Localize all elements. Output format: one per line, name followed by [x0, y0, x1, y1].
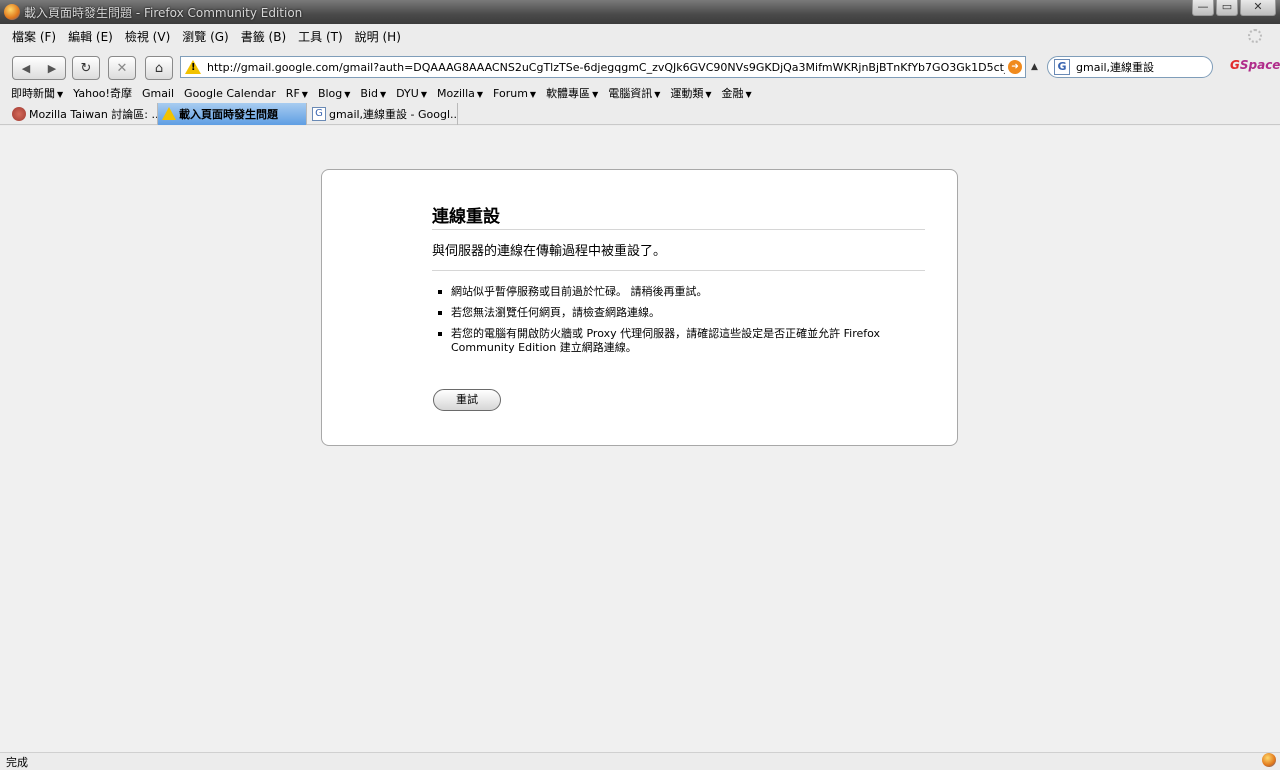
divider [432, 270, 925, 271]
home-button[interactable]: ⌂ [145, 56, 173, 80]
dropdown-arrow-icon: ▼ [57, 90, 64, 99]
bookmark-folder-finance[interactable]: 金融 ▼ [717, 85, 757, 101]
retry-button[interactable]: 重試 [433, 389, 501, 411]
go-icon[interactable]: ➜ [1008, 60, 1022, 74]
forward-arrow-icon[interactable]: ▶ [48, 62, 56, 75]
window-title: 載入頁面時發生問題 - Firefox Community Edition [24, 5, 303, 20]
bookmark-folder-mozilla[interactable]: Mozilla ▼ [432, 87, 488, 100]
throbber-icon [1248, 29, 1262, 43]
bookmark-folder-dyu[interactable]: DYU ▼ [391, 87, 432, 100]
bookmark-folder-sports[interactable]: 運動類 ▼ [665, 85, 716, 101]
bookmark-yahoo[interactable]: Yahoo!奇摩 [68, 85, 137, 101]
mozilla-tw-icon [12, 107, 26, 121]
search-bar[interactable]: G gmail,連線重設 [1047, 56, 1213, 78]
error-page-container: 連線重設 與伺服器的連線在傳輸過程中被重設了。 網站似乎暫停服務或目前過於忙碌。… [321, 169, 958, 446]
menu-bookmarks[interactable]: 書籤 (B) [235, 28, 292, 45]
maximize-button[interactable]: ▭ [1216, 0, 1238, 16]
dropdown-arrow-icon: ▼ [380, 89, 387, 99]
error-short-description: 與伺服器的連線在傳輸過程中被重設了。 [432, 244, 667, 259]
dropdown-arrow-icon: ▼ [476, 89, 484, 99]
firefox-icon [4, 4, 20, 20]
back-arrow-icon[interactable]: ◀ [22, 62, 30, 75]
google-search-engine-icon[interactable]: G [1054, 59, 1070, 75]
bookmark-gmail[interactable]: Gmail [137, 87, 179, 100]
tab-label: Mozilla Taiwan 討論區: ... [29, 108, 158, 121]
dropdown-arrow-icon: ▼ [344, 89, 351, 99]
list-item: 網站似乎暫停服務或目前過於忙碌。 請稍後再重試。 [432, 285, 902, 299]
google-icon: G [312, 107, 326, 121]
dropdown-arrow-icon: ▼ [301, 89, 308, 99]
tab-label: 載入頁面時發生問題 [179, 108, 278, 121]
bookmark-folder-blog[interactable]: Blog ▼ [313, 87, 355, 100]
url-input[interactable]: http://gmail.google.com/gmail?auth=DQAAA… [207, 61, 1005, 74]
dropdown-arrow-icon: ▼ [592, 90, 599, 99]
bookmark-google-calendar[interactable]: Google Calendar [179, 87, 281, 100]
menu-bar: 檔案 (F) 編輯 (E) 檢視 (V) 瀏覽 (G) 書籤 (B) 工具 (T… [0, 24, 1280, 48]
dropdown-arrow-icon: ▼ [654, 90, 661, 99]
bookmark-folder-software[interactable]: 軟體專區 ▼ [541, 85, 603, 101]
status-bar: 完成 [0, 752, 1280, 770]
tab-mozilla-taiwan[interactable]: Mozilla Taiwan 討論區: ... [8, 103, 158, 125]
status-text: 完成 [6, 755, 28, 769]
firefox-status-icon[interactable] [1262, 753, 1276, 767]
page-content: 連線重設 與伺服器的連線在傳輸過程中被重設了。 網站似乎暫停服務或目前過於忙碌。… [0, 126, 1280, 752]
home-icon: ⌂ [154, 60, 164, 76]
stop-button[interactable]: ✕ [108, 56, 136, 80]
tab-load-error[interactable]: 載入頁面時發生問題 [158, 103, 307, 125]
title-bar: 載入頁面時發生問題 - Firefox Community Edition — … [0, 0, 1280, 24]
dropdown-arrow-icon: ▼ [705, 90, 712, 99]
tab-bar: Mozilla Taiwan 討論區: ... 載入頁面時發生問題 G gmai… [0, 103, 1280, 125]
error-title: 連線重設 [432, 202, 925, 230]
close-button[interactable]: ✕ [1240, 0, 1276, 16]
menu-view[interactable]: 檢視 (V) [119, 28, 176, 45]
tab-label: gmail,連線重設 - Googl... [329, 108, 458, 121]
warning-icon [162, 107, 176, 121]
bookmark-folder-forum[interactable]: Forum ▼ [488, 87, 541, 100]
dropdown-arrow-icon: ▼ [745, 90, 752, 99]
back-forward-button[interactable]: ◀ ▶ [12, 56, 66, 80]
bookmark-folder-bid[interactable]: Bid ▼ [355, 87, 391, 100]
bookmark-news[interactable]: 即時新聞 ▼ [6, 85, 68, 101]
menu-file[interactable]: 檔案 (F) [6, 28, 62, 45]
menu-help[interactable]: 說明 (H) [349, 28, 407, 45]
gspace-label-g: G [1230, 58, 1240, 72]
dropdown-arrow-icon: ▼ [420, 89, 427, 99]
url-bar[interactable]: http://gmail.google.com/gmail?auth=DQAAA… [180, 56, 1026, 78]
bookmarks-toolbar: 即時新聞 ▼ Yahoo!奇摩 Gmail Google Calendar RF ▼… [0, 84, 1280, 102]
gspace-button[interactable]: GSpace [1230, 58, 1280, 72]
reload-button[interactable]: ↻ [72, 56, 100, 80]
tab-google-search[interactable]: G gmail,連線重設 - Googl... [308, 103, 458, 125]
warning-icon [185, 60, 201, 74]
gspace-label-rest: Space [1239, 58, 1280, 72]
list-item: 若您的電腦有開啟防火牆或 Proxy 代理伺服器，請確認這些設定是否正確並允許 … [432, 327, 902, 355]
window-controls: — ▭ ✕ [1192, 0, 1276, 16]
stop-icon: ✕ [116, 60, 128, 76]
dropdown-arrow-icon: ▼ [529, 89, 537, 99]
list-item: 若您無法瀏覽任何網頁，請檢查網路連線。 [432, 306, 902, 320]
bookmark-folder-rf[interactable]: RF ▼ [281, 87, 313, 100]
search-input[interactable]: gmail,連線重設 [1076, 59, 1154, 75]
menu-edit[interactable]: 編輯 (E) [62, 28, 119, 45]
error-long-description: 網站似乎暫停服務或目前過於忙碌。 請稍後再重試。 若您無法瀏覽任何網頁，請檢查網… [432, 285, 902, 362]
url-history-dropdown-icon[interactable]: ▲ [1031, 62, 1038, 72]
menu-go[interactable]: 瀏覽 (G) [176, 28, 234, 45]
menu-tools[interactable]: 工具 (T) [292, 28, 349, 45]
reload-icon: ↻ [80, 60, 92, 76]
bookmark-folder-computer[interactable]: 電腦資訊 ▼ [603, 85, 665, 101]
minimize-button[interactable]: — [1192, 0, 1214, 16]
